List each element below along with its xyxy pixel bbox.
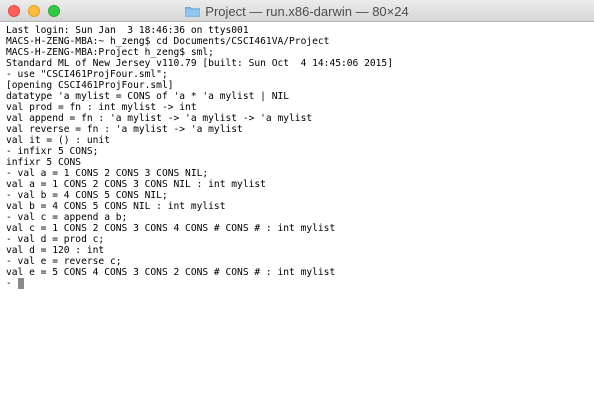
terminal-line: val e = 5 CONS 4 CONS 3 CONS 2 CONS # CO… [6, 267, 336, 278]
terminal-line: - use "CSCI461ProjFour.sml"; [6, 69, 168, 80]
terminal-line: - val a = 1 CONS 2 CONS 3 CONS NIL; [6, 168, 209, 179]
folder-icon [185, 6, 201, 17]
terminal-line: MACS-H-ZENG-MBA:~ h_zeng$ cd Documents/C… [6, 36, 330, 47]
prompt-line[interactable]: - [6, 278, 590, 289]
terminal-line: [opening CSCI461ProjFour.sml] [6, 80, 174, 91]
terminal-line: - val b = 4 CONS 5 CONS NIL; [6, 190, 168, 201]
terminal-window: Project — run.x86-darwin — 80×24 Last lo… [0, 0, 594, 417]
terminal-line: val c = 1 CONS 2 CONS 3 CONS 4 CONS # CO… [6, 223, 336, 234]
window-title: Project — run.x86-darwin — 80×24 [205, 3, 409, 19]
terminal-line: val a = 1 CONS 2 CONS 3 CONS NIL : int m… [6, 179, 266, 190]
terminal-line: val d = 120 : int [6, 245, 105, 256]
terminal-line: val it = () : unit [6, 135, 110, 146]
terminal-line: infixr 5 CONS [6, 157, 82, 168]
terminal-line: val b = 4 CONS 5 CONS NIL : int mylist [6, 201, 226, 212]
terminal-line: val append = fn : 'a mylist -> 'a mylist… [6, 113, 313, 124]
terminal-line: - val e = reverse c; [6, 256, 122, 267]
terminal-line: - val d = prod c; [6, 234, 105, 245]
terminal-line: Standard ML of New Jersey v110.79 [built… [6, 58, 393, 69]
terminal-line: Last login: Sun Jan 3 18:46:36 on ttys00… [6, 25, 249, 36]
prompt: - [6, 278, 18, 289]
terminal-line: - val c = append a b; [6, 212, 128, 223]
terminal-output[interactable]: Last login: Sun Jan 3 18:46:36 on ttys00… [6, 25, 590, 417]
terminal-line: val reverse = fn : 'a mylist -> 'a mylis… [6, 124, 243, 135]
terminal-line: val prod = fn : int mylist -> int [6, 102, 197, 113]
terminal-line: datatype 'a mylist = CONS of 'a * 'a myl… [6, 91, 290, 102]
terminal-line: - infixr 5 CONS; [6, 146, 99, 157]
window-title-container: Project — run.x86-darwin — 80×24 [0, 0, 594, 22]
title-bar[interactable]: Project — run.x86-darwin — 80×24 [0, 0, 594, 22]
cursor [17, 278, 24, 289]
terminal-line: MACS-H-ZENG-MBA:Project h_zeng$ sml; [6, 47, 214, 58]
